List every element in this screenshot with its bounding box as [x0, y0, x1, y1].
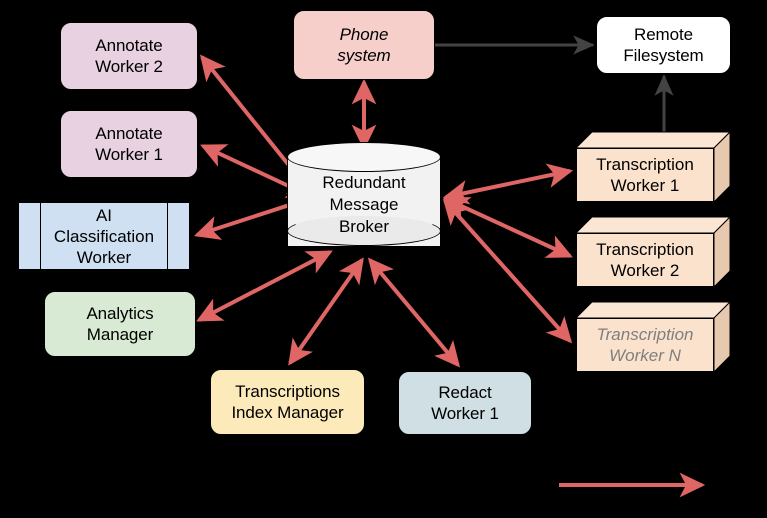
edge-broker-transcriptions-index-manager — [288, 257, 364, 366]
cube-front-face: Transcription Worker 1 — [576, 148, 714, 202]
edge-broker-transcription-worker-n — [442, 198, 573, 344]
node-annotate-worker-2[interactable]: Annotate Worker 2 — [60, 22, 198, 90]
node-analytics-manager-label: Analytics Manager — [86, 304, 154, 344]
node-transcription-worker-n-label: Transcription Worker N — [596, 325, 694, 365]
node-phone-system-label: Phone system — [337, 25, 391, 65]
cube-front-face: Transcription Worker N — [576, 318, 714, 372]
diagram-canvas: Annotate Worker 2 Annotate Worker 1 AI C… — [0, 0, 767, 518]
edge-broker-transcription-worker-2 — [443, 197, 573, 258]
node-redact-worker-1[interactable]: Redact Worker 1 — [398, 371, 532, 435]
node-redundant-message-broker-label: Redundant Message Broker — [322, 173, 406, 236]
node-transcriptions-index-manager-label: Transcriptions Index Manager — [231, 382, 344, 422]
node-transcription-worker-2-label: Transcription Worker 2 — [596, 240, 694, 280]
node-annotate-worker-2-label: Annotate Worker 2 — [95, 36, 163, 76]
node-ai-classification-worker-label: AI Classification Worker — [53, 205, 155, 267]
edge-broker-transcription-worker-1 — [442, 163, 574, 205]
node-analytics-manager[interactable]: Analytics Manager — [44, 291, 196, 357]
node-redact-worker-1-label: Redact Worker 1 — [431, 383, 499, 423]
node-annotate-worker-1-label: Annotate Worker 1 — [95, 124, 163, 164]
node-redundant-message-broker[interactable]: Redundant Message Broker — [287, 142, 441, 260]
node-transcription-worker-2[interactable]: Transcription Worker 2 — [574, 215, 732, 289]
node-transcription-worker-n[interactable]: Transcription Worker N — [574, 300, 732, 374]
edge-broker-redact-worker-1 — [367, 257, 461, 368]
node-annotate-worker-1[interactable]: Annotate Worker 1 — [60, 110, 198, 178]
node-remote-filesystem[interactable]: Remote Filesystem — [596, 16, 731, 74]
node-remote-filesystem-label: Remote Filesystem — [623, 25, 704, 65]
node-transcription-worker-1[interactable]: Transcription Worker 1 — [574, 130, 732, 204]
node-ai-classification-worker[interactable]: AI Classification Worker — [18, 202, 190, 270]
edge-broker-analytics-manager — [196, 250, 333, 322]
node-transcriptions-index-manager[interactable]: Transcriptions Index Manager — [210, 369, 365, 435]
node-phone-system[interactable]: Phone system — [293, 10, 435, 80]
node-transcription-worker-1-label: Transcription Worker 1 — [596, 155, 694, 195]
cube-front-face: Transcription Worker 2 — [576, 233, 714, 287]
